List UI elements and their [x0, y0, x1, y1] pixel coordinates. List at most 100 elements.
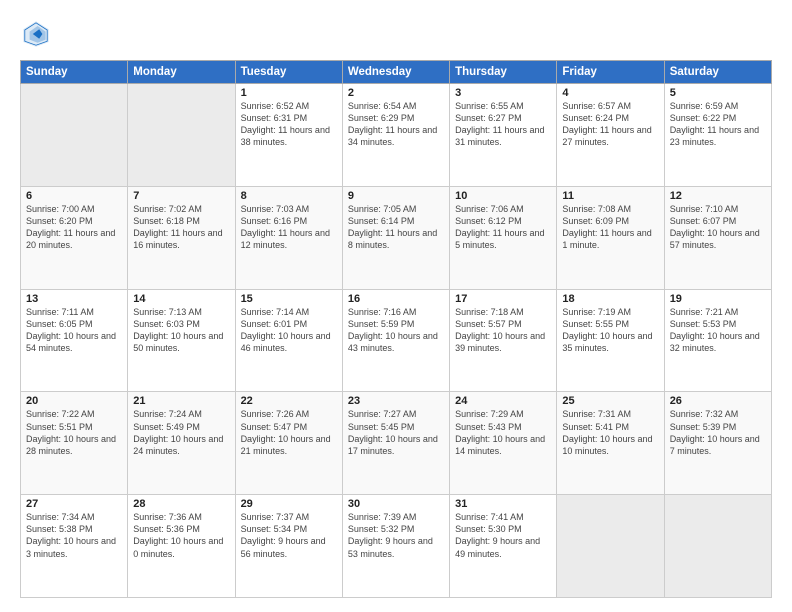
day-number: 9 [348, 190, 444, 202]
day-number: 18 [562, 293, 658, 305]
calendar-week-row: 20Sunrise: 7:22 AM Sunset: 5:51 PM Dayli… [21, 392, 772, 495]
day-detail: Sunrise: 7:13 AM Sunset: 6:03 PM Dayligh… [133, 306, 229, 355]
day-number: 19 [670, 293, 766, 305]
day-detail: Sunrise: 6:52 AM Sunset: 6:31 PM Dayligh… [241, 100, 337, 149]
day-number: 2 [348, 87, 444, 99]
day-number: 10 [455, 190, 551, 202]
day-detail: Sunrise: 7:26 AM Sunset: 5:47 PM Dayligh… [241, 408, 337, 457]
day-detail: Sunrise: 7:39 AM Sunset: 5:32 PM Dayligh… [348, 511, 444, 560]
day-number: 26 [670, 395, 766, 407]
day-detail: Sunrise: 7:29 AM Sunset: 5:43 PM Dayligh… [455, 408, 551, 457]
day-detail: Sunrise: 7:16 AM Sunset: 5:59 PM Dayligh… [348, 306, 444, 355]
calendar-cell: 13Sunrise: 7:11 AM Sunset: 6:05 PM Dayli… [21, 289, 128, 392]
day-detail: Sunrise: 6:59 AM Sunset: 6:22 PM Dayligh… [670, 100, 766, 149]
calendar-cell: 11Sunrise: 7:08 AM Sunset: 6:09 PM Dayli… [557, 186, 664, 289]
day-detail: Sunrise: 7:10 AM Sunset: 6:07 PM Dayligh… [670, 203, 766, 252]
day-number: 21 [133, 395, 229, 407]
page: SundayMondayTuesdayWednesdayThursdayFrid… [0, 0, 792, 612]
day-of-week-header: Tuesday [235, 61, 342, 84]
calendar-cell: 15Sunrise: 7:14 AM Sunset: 6:01 PM Dayli… [235, 289, 342, 392]
day-detail: Sunrise: 7:06 AM Sunset: 6:12 PM Dayligh… [455, 203, 551, 252]
calendar-week-row: 6Sunrise: 7:00 AM Sunset: 6:20 PM Daylig… [21, 186, 772, 289]
day-detail: Sunrise: 7:18 AM Sunset: 5:57 PM Dayligh… [455, 306, 551, 355]
calendar-table: SundayMondayTuesdayWednesdayThursdayFrid… [20, 60, 772, 598]
day-detail: Sunrise: 7:36 AM Sunset: 5:36 PM Dayligh… [133, 511, 229, 560]
day-detail: Sunrise: 7:32 AM Sunset: 5:39 PM Dayligh… [670, 408, 766, 457]
calendar-cell: 29Sunrise: 7:37 AM Sunset: 5:34 PM Dayli… [235, 495, 342, 598]
day-number: 6 [26, 190, 122, 202]
calendar-cell: 23Sunrise: 7:27 AM Sunset: 5:45 PM Dayli… [342, 392, 449, 495]
day-detail: Sunrise: 6:55 AM Sunset: 6:27 PM Dayligh… [455, 100, 551, 149]
day-detail: Sunrise: 7:34 AM Sunset: 5:38 PM Dayligh… [26, 511, 122, 560]
calendar-cell: 2Sunrise: 6:54 AM Sunset: 6:29 PM Daylig… [342, 84, 449, 187]
day-detail: Sunrise: 7:08 AM Sunset: 6:09 PM Dayligh… [562, 203, 658, 252]
day-number: 23 [348, 395, 444, 407]
day-number: 14 [133, 293, 229, 305]
calendar-cell: 28Sunrise: 7:36 AM Sunset: 5:36 PM Dayli… [128, 495, 235, 598]
day-number: 20 [26, 395, 122, 407]
header [20, 18, 772, 50]
day-number: 15 [241, 293, 337, 305]
day-detail: Sunrise: 7:21 AM Sunset: 5:53 PM Dayligh… [670, 306, 766, 355]
day-of-week-header: Saturday [664, 61, 771, 84]
day-detail: Sunrise: 7:24 AM Sunset: 5:49 PM Dayligh… [133, 408, 229, 457]
calendar-cell: 6Sunrise: 7:00 AM Sunset: 6:20 PM Daylig… [21, 186, 128, 289]
day-number: 29 [241, 498, 337, 510]
day-number: 31 [455, 498, 551, 510]
calendar-cell: 7Sunrise: 7:02 AM Sunset: 6:18 PM Daylig… [128, 186, 235, 289]
day-number: 24 [455, 395, 551, 407]
calendar-cell: 12Sunrise: 7:10 AM Sunset: 6:07 PM Dayli… [664, 186, 771, 289]
calendar-cell: 17Sunrise: 7:18 AM Sunset: 5:57 PM Dayli… [450, 289, 557, 392]
header-row: SundayMondayTuesdayWednesdayThursdayFrid… [21, 61, 772, 84]
calendar-cell: 3Sunrise: 6:55 AM Sunset: 6:27 PM Daylig… [450, 84, 557, 187]
calendar-week-row: 1Sunrise: 6:52 AM Sunset: 6:31 PM Daylig… [21, 84, 772, 187]
day-detail: Sunrise: 7:00 AM Sunset: 6:20 PM Dayligh… [26, 203, 122, 252]
calendar-cell: 5Sunrise: 6:59 AM Sunset: 6:22 PM Daylig… [664, 84, 771, 187]
calendar-cell: 14Sunrise: 7:13 AM Sunset: 6:03 PM Dayli… [128, 289, 235, 392]
calendar-cell: 20Sunrise: 7:22 AM Sunset: 5:51 PM Dayli… [21, 392, 128, 495]
day-detail: Sunrise: 7:37 AM Sunset: 5:34 PM Dayligh… [241, 511, 337, 560]
calendar-cell: 27Sunrise: 7:34 AM Sunset: 5:38 PM Dayli… [21, 495, 128, 598]
day-of-week-header: Friday [557, 61, 664, 84]
calendar-cell: 31Sunrise: 7:41 AM Sunset: 5:30 PM Dayli… [450, 495, 557, 598]
calendar-cell: 1Sunrise: 6:52 AM Sunset: 6:31 PM Daylig… [235, 84, 342, 187]
calendar-cell: 21Sunrise: 7:24 AM Sunset: 5:49 PM Dayli… [128, 392, 235, 495]
day-detail: Sunrise: 7:27 AM Sunset: 5:45 PM Dayligh… [348, 408, 444, 457]
day-number: 11 [562, 190, 658, 202]
day-detail: Sunrise: 7:05 AM Sunset: 6:14 PM Dayligh… [348, 203, 444, 252]
calendar-week-row: 27Sunrise: 7:34 AM Sunset: 5:38 PM Dayli… [21, 495, 772, 598]
day-detail: Sunrise: 6:57 AM Sunset: 6:24 PM Dayligh… [562, 100, 658, 149]
logo-icon [20, 18, 52, 50]
day-number: 8 [241, 190, 337, 202]
logo [20, 18, 56, 50]
calendar-cell: 8Sunrise: 7:03 AM Sunset: 6:16 PM Daylig… [235, 186, 342, 289]
calendar-cell: 9Sunrise: 7:05 AM Sunset: 6:14 PM Daylig… [342, 186, 449, 289]
calendar-cell: 16Sunrise: 7:16 AM Sunset: 5:59 PM Dayli… [342, 289, 449, 392]
calendar-cell [664, 495, 771, 598]
day-number: 7 [133, 190, 229, 202]
day-detail: Sunrise: 7:41 AM Sunset: 5:30 PM Dayligh… [455, 511, 551, 560]
calendar-cell: 25Sunrise: 7:31 AM Sunset: 5:41 PM Dayli… [557, 392, 664, 495]
calendar-cell: 22Sunrise: 7:26 AM Sunset: 5:47 PM Dayli… [235, 392, 342, 495]
calendar-cell: 4Sunrise: 6:57 AM Sunset: 6:24 PM Daylig… [557, 84, 664, 187]
day-number: 13 [26, 293, 122, 305]
day-number: 3 [455, 87, 551, 99]
calendar-cell [557, 495, 664, 598]
day-number: 5 [670, 87, 766, 99]
day-of-week-header: Wednesday [342, 61, 449, 84]
day-detail: Sunrise: 7:19 AM Sunset: 5:55 PM Dayligh… [562, 306, 658, 355]
calendar-cell: 30Sunrise: 7:39 AM Sunset: 5:32 PM Dayli… [342, 495, 449, 598]
day-of-week-header: Monday [128, 61, 235, 84]
calendar-cell [21, 84, 128, 187]
day-detail: Sunrise: 7:14 AM Sunset: 6:01 PM Dayligh… [241, 306, 337, 355]
day-detail: Sunrise: 7:11 AM Sunset: 6:05 PM Dayligh… [26, 306, 122, 355]
day-number: 4 [562, 87, 658, 99]
day-number: 16 [348, 293, 444, 305]
calendar-cell: 24Sunrise: 7:29 AM Sunset: 5:43 PM Dayli… [450, 392, 557, 495]
calendar-cell: 18Sunrise: 7:19 AM Sunset: 5:55 PM Dayli… [557, 289, 664, 392]
calendar-cell [128, 84, 235, 187]
day-number: 27 [26, 498, 122, 510]
calendar-week-row: 13Sunrise: 7:11 AM Sunset: 6:05 PM Dayli… [21, 289, 772, 392]
calendar-cell: 10Sunrise: 7:06 AM Sunset: 6:12 PM Dayli… [450, 186, 557, 289]
day-detail: Sunrise: 7:02 AM Sunset: 6:18 PM Dayligh… [133, 203, 229, 252]
